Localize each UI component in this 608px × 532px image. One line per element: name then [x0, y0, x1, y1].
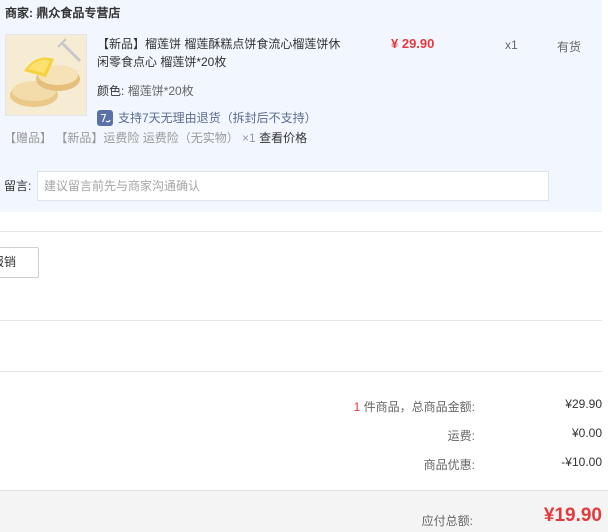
gift-row: 【赠品】 【新品】运费险 运费险（无实物） ×1 查看价格: [4, 129, 307, 146]
goods-total-label-text: 件商品，总商品金额:: [360, 400, 475, 414]
check-price-link[interactable]: 查看价格: [259, 131, 307, 145]
svg-text:7: 7: [100, 112, 107, 125]
shipping-label: 运费:: [447, 429, 475, 443]
merchant-row: 商家: 鼎众食品专营店: [5, 4, 120, 21]
color-row: 颜色: 榴莲饼*20枚: [97, 82, 194, 99]
stock-status: 有货: [557, 40, 582, 54]
return-policy-text: 支持7天无理由退货（拆封后不支持）: [118, 111, 317, 125]
color-value: 榴莲饼*20枚: [127, 84, 194, 98]
total-label: 应付总额:: [421, 514, 473, 528]
return-policy-icon: 7: [97, 110, 113, 126]
merchant-label: 商家:: [5, 6, 33, 20]
discount-label: 商品优惠:: [423, 458, 475, 472]
divider: [0, 320, 602, 321]
goods-total-label: 1 件商品，总商品金额:: [354, 398, 475, 415]
product-title[interactable]: 【新品】榴莲饼 榴莲酥糕点饼食流心榴莲饼休闲零食点心 榴莲饼*20枚: [97, 35, 347, 71]
return-policy-row: 7 支持7天无理由退货（拆封后不支持）: [97, 109, 317, 126]
message-input[interactable]: [37, 171, 549, 201]
shop-order-block: 商家: 鼎众食品专营店 【新品】榴莲饼 榴莲酥糕点饼食流心榴莲饼休闲零食点心 榴…: [0, 0, 602, 212]
durian-cake-image: [6, 35, 86, 115]
divider: [0, 371, 602, 372]
shipping-value: ¥0.00: [571, 426, 602, 440]
total-bar: 应付总额: ¥19.90: [0, 490, 608, 532]
gift-tag: 【赠品】: [4, 131, 53, 145]
divider: [0, 231, 602, 232]
product-quantity: x1: [505, 38, 518, 52]
message-label: 留言:: [4, 179, 32, 193]
discount-value: -¥10.00: [561, 455, 602, 469]
color-label: 颜色:: [97, 84, 125, 98]
total-value: ¥19.90: [543, 505, 602, 526]
gift-name: 【新品】运费险 运费险（无实物）: [55, 131, 239, 145]
merchant-name[interactable]: 鼎众食品专营店: [36, 6, 120, 20]
gift-quantity: ×1: [242, 131, 256, 145]
goods-total-value: ¥29.90: [565, 397, 602, 411]
product-price: ¥ 29.90: [391, 36, 435, 51]
reimburse-button-label: 报销: [0, 255, 17, 269]
product-thumbnail[interactable]: [5, 34, 87, 116]
reimburse-button[interactable]: 报销: [0, 247, 39, 278]
